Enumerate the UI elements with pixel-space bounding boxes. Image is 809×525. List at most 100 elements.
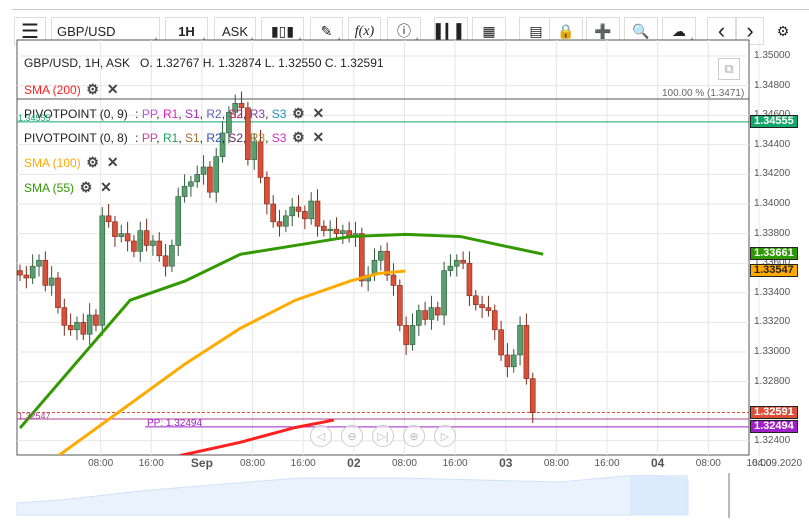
x-axis-label: 08:00 [240,458,266,469]
pp-label: PP: 1.32494 [147,418,203,429]
pivot-level: R1 [162,106,179,121]
candle [86,314,93,335]
close-icon[interactable]: ✕ [105,81,121,98]
skip-end-button[interactable]: ▷| [372,425,394,447]
candle [55,277,61,308]
pivot-level: R3 [249,130,266,145]
close-icon[interactable]: ✕ [310,129,326,146]
price-chart[interactable] [0,0,809,525]
candle [283,215,289,227]
candle [200,166,207,175]
candle [485,307,492,311]
candle [415,310,422,326]
y-axis-label: 1.32400 [754,434,791,446]
gear-icon[interactable]: ⚙ [85,154,101,171]
candle [441,270,447,316]
candle [131,240,137,252]
x-axis-label: 03 [499,456,513,470]
candle [498,329,504,356]
candle [340,230,346,234]
gear-icon[interactable]: ⚙ [290,105,306,122]
price-label: 1.34555 [750,114,798,128]
candle [359,233,365,282]
indicator-row: SMA (55) ⚙ ✕ [24,179,114,196]
gear-icon[interactable]: ⚙ [78,179,94,196]
pivot-level: S2 [228,130,244,145]
indicator-row: SMA (200) ⚙ ✕ [24,81,121,98]
candle [453,259,460,267]
candle [491,310,498,331]
indicator-name: SMA (200) [24,82,81,97]
candle [61,307,68,326]
candle [124,233,131,242]
left-price-label: 1.32547 [18,411,51,421]
candle [302,211,308,220]
indicator-row: SMA (100) ⚙ ✕ [24,154,121,171]
candle [213,156,220,193]
candle [276,221,283,227]
chevron-left-button[interactable]: ◁ [310,425,332,447]
candle [156,240,163,257]
candle [67,325,74,331]
y-axis-label: 1.35000 [754,50,791,61]
x-axis-label: 04 [650,456,665,470]
candle [188,181,194,187]
pivot-level: R2 [206,106,222,121]
popout-button[interactable]: ⧉ [718,58,740,80]
candle [181,185,188,197]
percent-label: 100.00 % (1.3471) [662,88,745,99]
navigator-window [630,475,688,515]
gear-icon[interactable]: ⚙ [85,81,101,98]
candle [137,230,144,252]
x-axis-label: 08:00 [391,458,417,469]
y-axis-label: 1.34200 [754,168,791,180]
candle [422,310,428,320]
y-axis-label: 1.34800 [754,79,791,91]
x-axis-label: 16:00 [442,458,468,469]
candle [264,177,270,205]
y-axis-label: 1.33000 [754,346,791,357]
pivot-level: S3 [271,130,287,145]
pivot-level: PP [141,106,157,121]
pivot-level: S1 [184,106,200,121]
close-icon[interactable]: ✕ [310,105,326,122]
candle [74,322,80,331]
candle [295,206,302,212]
candle [390,274,397,286]
candle [17,270,23,276]
candle [523,325,530,379]
candle [257,141,264,178]
candle [36,259,42,267]
indicator-name: SMA (100) [24,155,81,170]
pivot-level: S3 [271,106,287,121]
candle [378,251,384,261]
pivot-levels: : PP, R1, S1, R2, S2, R3, S3 [131,106,287,121]
zoom-out-button[interactable]: ⊖ [341,425,363,447]
candle [150,240,156,246]
y-axis-label: 1.34000 [754,198,791,209]
close-icon[interactable]: ✕ [98,179,114,196]
candle [207,166,213,193]
y-axis-label: 1.33800 [754,227,791,239]
candle [169,245,175,267]
chevron-right-button[interactable]: ▷ [434,425,456,447]
y-axis-label: 1.34400 [754,138,791,150]
ohlc-header: GBP/USD, 1H, ASK O. 1.32767 H. 1.32874 L… [24,56,384,70]
candle [162,255,169,267]
gear-icon[interactable]: ⚙ [290,129,306,146]
pivot-level: PP [141,130,157,145]
candle [99,215,106,326]
candle [517,325,523,356]
zoom-in-button[interactable]: ⊕ [403,425,425,447]
x-axis-label: 08:00 [695,458,721,469]
y-axis-label: 1.33400 [754,286,791,298]
price-label: 1.33547 [750,264,798,278]
close-icon[interactable]: ✕ [105,154,121,171]
candle [529,378,536,413]
candle [29,265,36,279]
pivot-levels: : PP, R1, S1, R2, S2, R3, S3 [131,130,287,145]
indicator-row: PIVOTPOINT (0, 8) : PP, R1, S1, R2, S2, … [24,129,326,146]
x-axis-label: 16:00 [594,458,620,469]
candle [270,203,277,223]
price-label: 1.32494 [750,419,798,433]
